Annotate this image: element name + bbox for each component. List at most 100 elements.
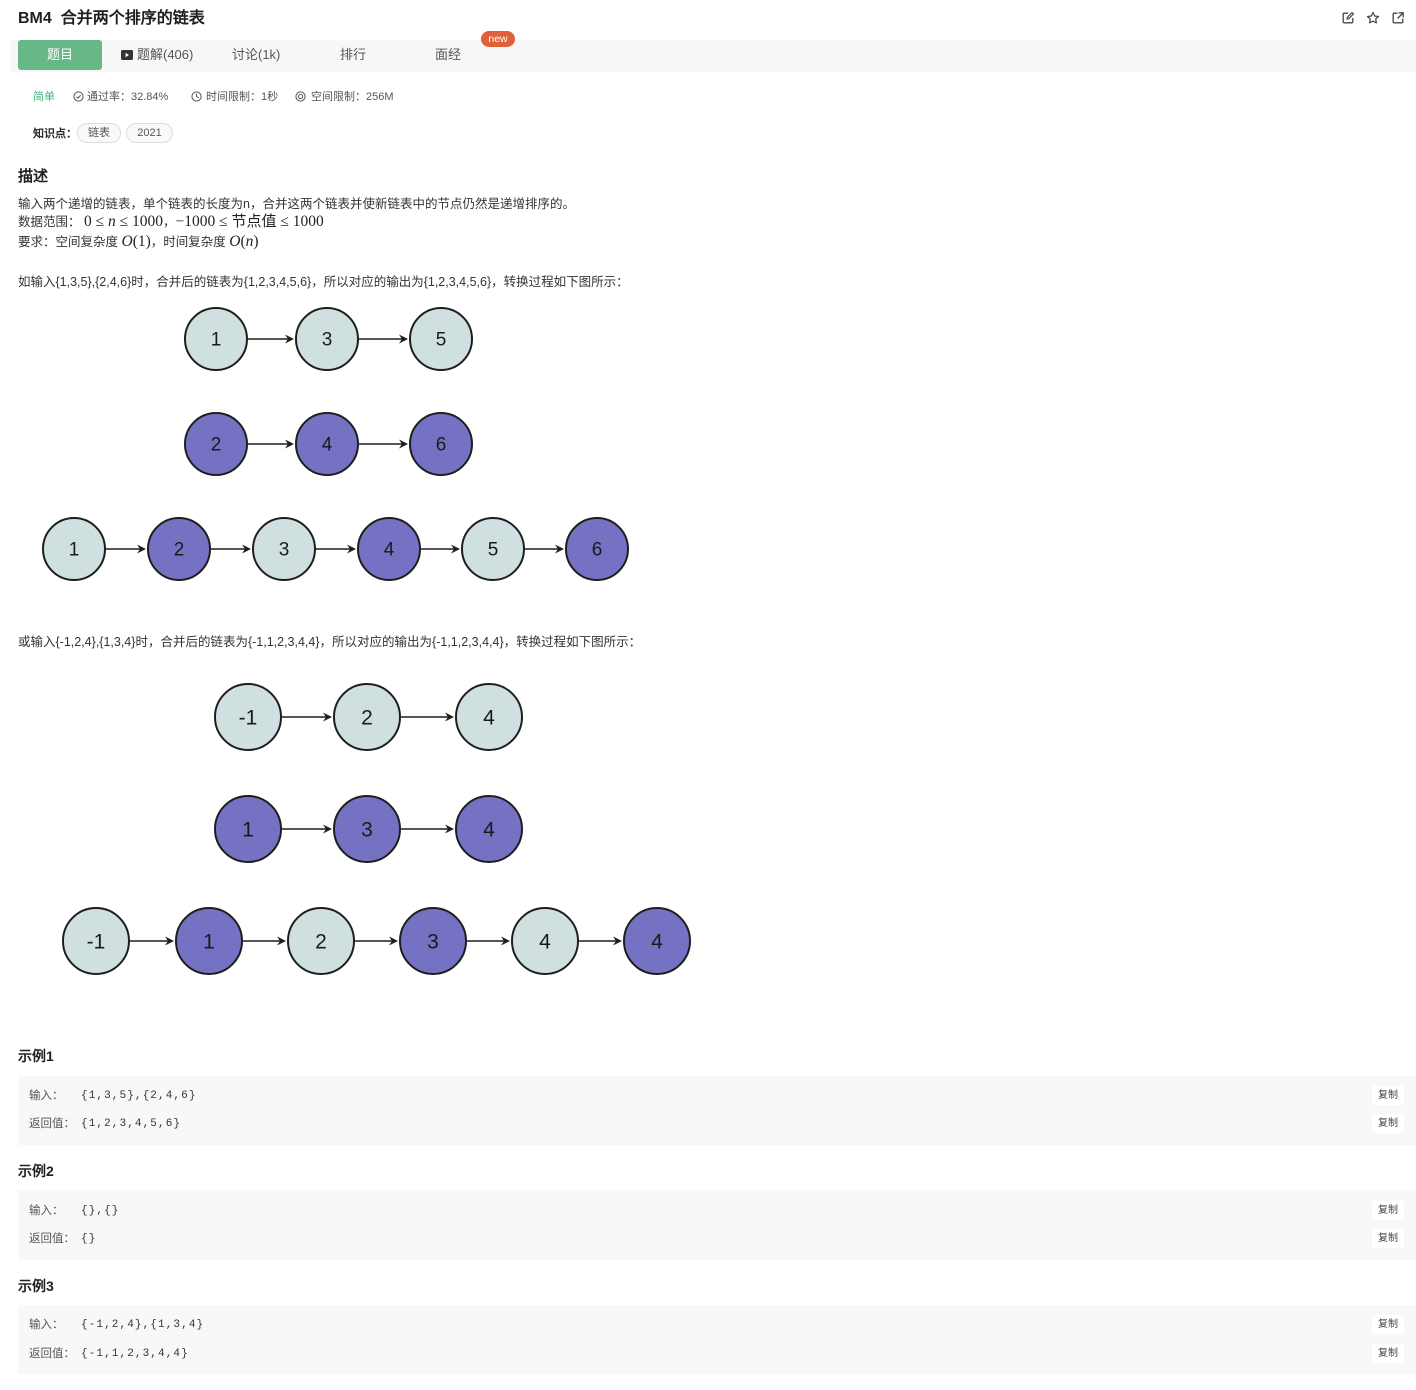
example-3-input-row: 输入： {-1,2,4},{1,3,4} 复制 [18,1315,1416,1335]
tab-bar: 题目 题解(406) 讨论(1k) 排行 面经 new [10,31,1416,72]
list-node: 2 [147,517,211,581]
problem-name: 合并两个排序的链表 [60,10,205,27]
tab-solutions[interactable]: 题解(406) [137,40,193,70]
list-node-label: 1 [69,540,80,561]
list-node: 3 [333,795,401,863]
list-node-label: 1 [203,931,215,954]
list-node: 4 [455,683,523,751]
list-node: 4 [455,795,523,863]
next-pointer-arrow [282,712,332,722]
example-2-heading: 示例2 [18,1163,54,1179]
list-node: 1 [42,517,106,581]
range-separator: ， [163,215,176,229]
clock-icon [191,91,202,102]
input-label: 输入： [29,1319,64,1331]
problem-code: BM4 [18,10,52,27]
complexity-requirement: 要求：空间复杂度 O(1)，时间复杂度 O(n) [18,232,259,252]
output-value: {1,2,3,4,5,6} [81,1118,182,1130]
next-pointer-arrow [401,712,454,722]
description-intro: 输入两个递增的链表，单个链表的长度为n，合并这两个链表并使新链表中的节点仍然是递… [18,197,575,211]
output-label: 返回值： [29,1348,75,1360]
example-2-input-row: 输入： {},{} 复制 [18,1201,1416,1221]
tab-interview[interactable]: 面经 [435,40,461,70]
list-node-label: 3 [427,931,439,954]
input-label: 输入： [29,1205,64,1217]
copy-output-button[interactable]: 复制 [1372,1344,1404,1363]
list-node: 3 [295,307,359,371]
list-node-label: 4 [483,819,495,842]
length-variable: n [108,213,116,230]
list-node: 4 [295,412,359,476]
copy-input-button[interactable]: 复制 [1372,1201,1404,1220]
list-node-label: 4 [539,931,551,954]
example-3-heading: 示例3 [18,1278,54,1294]
next-pointer-arrow [359,439,408,449]
tag-2021[interactable]: 2021 [126,123,173,143]
memory-icon [295,91,306,102]
next-pointer-arrow [248,334,294,344]
example-explanation-1: 如输入{1,3,5},{2,4,6}时，合并后的链表为{1,2,3,4,5,6}… [18,275,629,289]
difficulty-label: 简单 [33,91,55,103]
next-pointer-arrow [130,936,174,946]
list-node-label: 2 [315,931,327,954]
example-2-box: 输入： {},{} 复制 返回值： {} 复制 [18,1190,1416,1260]
list-node: 1 [184,307,248,371]
list-node: 3 [399,907,467,975]
list-node: 3 [252,517,316,581]
list-node: 6 [565,517,629,581]
example-1-heading: 示例1 [18,1048,54,1064]
list-node: 5 [409,307,473,371]
list-node-label: 2 [361,707,373,730]
list-node-label: 3 [322,330,333,351]
space-arg: (1) [132,233,151,250]
list-node-label: -1 [239,707,258,730]
list-node-label: 2 [211,435,222,456]
example-explanation-2: 或输入{-1,2,4},{1,3,4}时，合并后的链表为{-1,1,2,3,4,… [18,635,642,649]
merge-diagram-2: -1 2 4 1 3 4 -1 1 2 3 4 4 [62,683,691,975]
list-node: -1 [62,907,130,975]
share-icon[interactable] [1391,11,1405,25]
list-node-label: 1 [242,819,254,842]
list-node: 2 [287,907,355,975]
list-node: 5 [461,517,525,581]
list-node: 2 [184,412,248,476]
merge-diagram-1: 1 3 5 2 4 6 1 2 3 4 5 6 [42,307,629,581]
next-pointer-arrow [579,936,622,946]
requirement-label: 要求：空间复杂度 [18,235,122,249]
space-o: O [121,233,133,250]
length-constraint: 0 ≤ n ≤ 1000 [84,213,163,230]
edit-icon[interactable] [1341,11,1355,25]
list-node-label: 2 [174,540,185,561]
copy-input-button[interactable]: 复制 [1372,1086,1404,1105]
copy-input-button[interactable]: 复制 [1372,1315,1404,1334]
output-label: 返回值： [29,1233,75,1245]
time-complexity: O(n) [229,233,258,250]
star-icon[interactable] [1366,11,1380,25]
copy-output-button[interactable]: 复制 [1372,1229,1404,1248]
copy-output-button[interactable]: 复制 [1372,1114,1404,1133]
tag-linked-list[interactable]: 链表 [77,123,121,143]
next-pointer-arrow [211,544,251,554]
data-range-label: 数据范围： [18,215,84,229]
input-value: {-1,2,4},{1,3,4} [81,1319,205,1331]
new-badge: new [481,31,515,47]
list-node-label: 4 [651,931,663,954]
space-complexity: O(1) [121,233,150,250]
list-node-label: 6 [436,435,447,456]
knowledge-label: 知识点： [33,128,77,140]
tab-discussion[interactable]: 讨论(1k) [232,40,280,70]
requirement-mid: ，时间复杂度 [150,235,230,249]
next-pointer-arrow [525,544,564,554]
description-heading: 描述 [18,168,49,185]
example-1-output-row: 返回值： {1,2,3,4,5,6} 复制 [18,1114,1416,1134]
data-range: 数据范围： 0 ≤ n ≤ 1000，−1000 ≤ 节点值 ≤ 1000 [18,212,324,232]
value-word: 节点值 [231,213,277,230]
next-pointer-arrow [359,334,408,344]
tab-problem[interactable]: 题目 [18,40,102,70]
tab-ranking[interactable]: 排行 [340,40,366,70]
list-node: 4 [357,517,421,581]
list-node: 2 [333,683,401,751]
list-node-label: 4 [483,707,495,730]
output-label: 返回值： [29,1118,75,1130]
example-2-output-row: 返回值： {} 复制 [18,1229,1416,1249]
